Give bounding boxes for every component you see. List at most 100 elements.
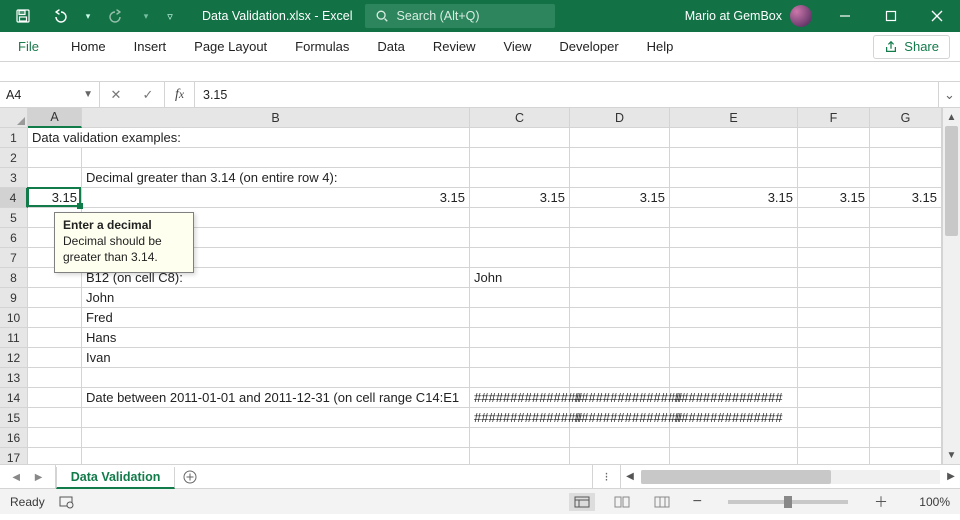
name-box[interactable]: A4 ▼: [0, 82, 100, 107]
horizontal-scrollbar[interactable]: ◀ ▶: [620, 465, 960, 488]
cell-D1[interactable]: [570, 128, 670, 148]
cell-E1[interactable]: [670, 128, 798, 148]
tab-home[interactable]: Home: [57, 32, 120, 62]
cell-A2[interactable]: [28, 148, 82, 168]
cell-A15[interactable]: [28, 408, 82, 428]
cell-D9[interactable]: [570, 288, 670, 308]
scroll-up-icon[interactable]: ▲: [943, 108, 960, 126]
cell-E13[interactable]: [670, 368, 798, 388]
cell-F14[interactable]: [798, 388, 870, 408]
cell-D13[interactable]: [570, 368, 670, 388]
row-header-2[interactable]: 2: [0, 148, 28, 168]
tab-insert[interactable]: Insert: [120, 32, 181, 62]
tab-formulas[interactable]: Formulas: [281, 32, 363, 62]
user-account[interactable]: Mario at GemBox: [671, 0, 822, 32]
cell-B11[interactable]: Hans: [82, 328, 470, 348]
row-header-8[interactable]: 8: [0, 268, 28, 288]
tab-developer[interactable]: Developer: [545, 32, 632, 62]
cell-G2[interactable]: [870, 148, 942, 168]
redo-icon[interactable]: [100, 0, 134, 32]
sheet-nav-prev-icon[interactable]: ◄: [10, 470, 22, 484]
cell-B10[interactable]: Fred: [82, 308, 470, 328]
cell-F10[interactable]: [798, 308, 870, 328]
cell-G16[interactable]: [870, 428, 942, 448]
cell-B12[interactable]: Ivan: [82, 348, 470, 368]
row-header-6[interactable]: 6: [0, 228, 28, 248]
scroll-down-icon[interactable]: ▼: [943, 446, 960, 464]
column-header-C[interactable]: C: [470, 108, 570, 127]
row-header-17[interactable]: 17: [0, 448, 28, 464]
cell-G4[interactable]: 3.15: [870, 188, 942, 208]
cell-F4[interactable]: 3.15: [798, 188, 870, 208]
zoom-level[interactable]: 100%: [906, 495, 950, 509]
row-header-10[interactable]: 10: [0, 308, 28, 328]
cell-D6[interactable]: [570, 228, 670, 248]
row-header-4[interactable]: 4: [0, 188, 28, 208]
scroll-thumb[interactable]: [945, 126, 958, 236]
cell-F8[interactable]: [798, 268, 870, 288]
cell-B9[interactable]: John: [82, 288, 470, 308]
view-page-break-icon[interactable]: [649, 493, 675, 511]
cell-C11[interactable]: [470, 328, 570, 348]
cell-C2[interactable]: [470, 148, 570, 168]
tab-data[interactable]: Data: [363, 32, 418, 62]
cell-G11[interactable]: [870, 328, 942, 348]
cell-E12[interactable]: [670, 348, 798, 368]
row-header-12[interactable]: 12: [0, 348, 28, 368]
redo-dropdown-icon[interactable]: ▾: [136, 0, 156, 32]
cell-F7[interactable]: [798, 248, 870, 268]
cell-D11[interactable]: [570, 328, 670, 348]
row-header-13[interactable]: 13: [0, 368, 28, 388]
cell-F5[interactable]: [798, 208, 870, 228]
row-header-16[interactable]: 16: [0, 428, 28, 448]
cell-G6[interactable]: [870, 228, 942, 248]
cell-A17[interactable]: [28, 448, 82, 464]
cell-E3[interactable]: [670, 168, 798, 188]
row-header-3[interactable]: 3: [0, 168, 28, 188]
expand-formula-bar-icon[interactable]: ⌄: [938, 82, 960, 107]
cell-E5[interactable]: [670, 208, 798, 228]
tab-help[interactable]: Help: [633, 32, 688, 62]
cell-E9[interactable]: [670, 288, 798, 308]
cell-G8[interactable]: [870, 268, 942, 288]
minimize-button[interactable]: [822, 0, 868, 32]
cell-F12[interactable]: [798, 348, 870, 368]
cell-F6[interactable]: [798, 228, 870, 248]
cell-G15[interactable]: [870, 408, 942, 428]
maximize-button[interactable]: [868, 0, 914, 32]
cell-E11[interactable]: [670, 328, 798, 348]
undo-icon[interactable]: [42, 0, 76, 32]
zoom-in-button[interactable]: ＋: [870, 492, 892, 512]
cell-D3[interactable]: [570, 168, 670, 188]
cell-F11[interactable]: [798, 328, 870, 348]
cell-G12[interactable]: [870, 348, 942, 368]
cell-A3[interactable]: [28, 168, 82, 188]
cell-B15[interactable]: [82, 408, 470, 428]
cell-E16[interactable]: [670, 428, 798, 448]
cell-C14[interactable]: ###############: [470, 388, 570, 408]
cell-C12[interactable]: [470, 348, 570, 368]
cell-C5[interactable]: [470, 208, 570, 228]
cell-A11[interactable]: [28, 328, 82, 348]
cell-C1[interactable]: [470, 128, 570, 148]
cell-A1[interactable]: Data validation examples:: [28, 128, 82, 148]
cell-C8[interactable]: John: [470, 268, 570, 288]
cell-B3[interactable]: Decimal greater than 3.14 (on entire row…: [82, 168, 470, 188]
save-icon[interactable]: [6, 0, 40, 32]
cell-B14[interactable]: Date between 2011-01-01 and 2011-12-31 (…: [82, 388, 470, 408]
cell-A9[interactable]: [28, 288, 82, 308]
tab-review[interactable]: Review: [419, 32, 490, 62]
cell-B17[interactable]: [82, 448, 470, 464]
cell-E6[interactable]: [670, 228, 798, 248]
cell-B16[interactable]: [82, 428, 470, 448]
sheet-tab-active[interactable]: Data Validation: [56, 467, 176, 489]
cell-G9[interactable]: [870, 288, 942, 308]
cancel-formula-icon[interactable]: ✕: [100, 87, 132, 103]
add-sheet-button[interactable]: [175, 465, 205, 488]
cell-F16[interactable]: [798, 428, 870, 448]
grid-rows[interactable]: 1Data validation examples:23Decimal grea…: [0, 128, 960, 464]
macro-record-icon[interactable]: [59, 495, 75, 509]
cell-D16[interactable]: [570, 428, 670, 448]
cell-E14[interactable]: ###############: [670, 388, 798, 408]
cell-A12[interactable]: [28, 348, 82, 368]
